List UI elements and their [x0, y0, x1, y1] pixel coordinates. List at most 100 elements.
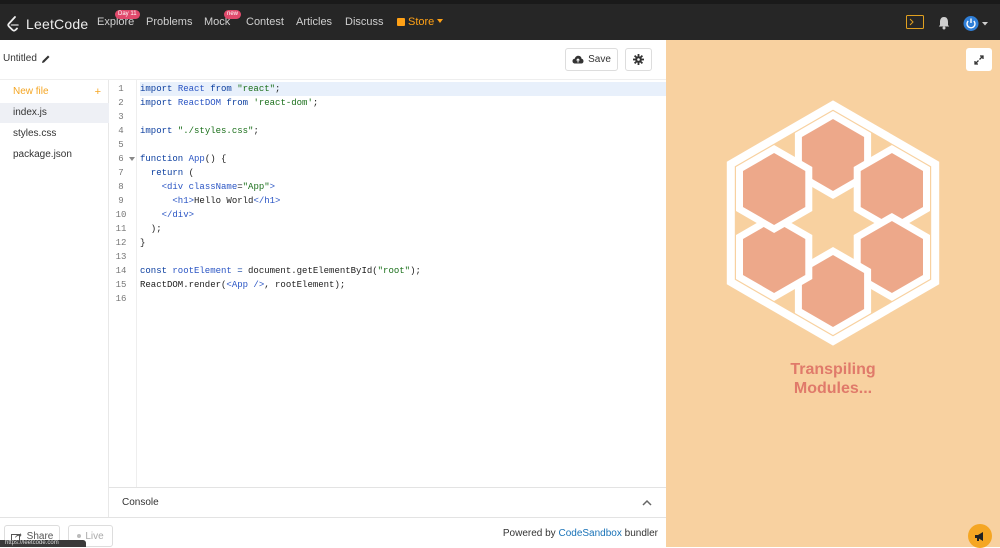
nav-contest[interactable]: Contest: [246, 16, 284, 28]
pencil-icon[interactable]: [41, 54, 51, 64]
codesandbox-link[interactable]: CodeSandbox: [558, 528, 621, 539]
line-number: 3: [118, 112, 124, 122]
save-button[interactable]: Save: [565, 48, 618, 71]
code-token: from: [226, 98, 254, 108]
line-number: 5: [118, 140, 124, 150]
code-token: );: [410, 266, 421, 276]
nav-articles[interactable]: Articles: [296, 16, 332, 28]
leetcode-logo[interactable]: LeetCode: [6, 12, 88, 36]
powered-suffix: bundler: [621, 528, 658, 539]
code-line[interactable]: import ReactDOM from 'react-dom';: [140, 96, 666, 110]
code-token: (: [188, 168, 195, 178]
caret-down-icon: [437, 19, 444, 23]
code-line[interactable]: ReactDOM.render(<App />, rootElement);: [140, 278, 666, 292]
code-token: </h1>: [253, 196, 281, 206]
nav-label: Articles: [296, 16, 333, 28]
transpiling-line-1: Transpiling: [790, 361, 876, 378]
nav-label: Store: [408, 16, 435, 28]
line-number: 10: [115, 210, 127, 220]
code-line[interactable]: import "./styles.css";: [140, 124, 666, 138]
code-line[interactable]: import React from "react";: [140, 82, 666, 96]
code-token: import: [140, 126, 178, 136]
code-token: }: [140, 238, 146, 248]
code-token: React: [177, 84, 211, 94]
line-number-gutter: 1 2 3 4 5 6 7 8 9 10 11 12 13 14 15 16: [109, 80, 137, 487]
code-token: "./styles.css": [177, 126, 254, 136]
new-file-label: New file: [13, 86, 49, 97]
file-name: index.js: [13, 107, 47, 118]
new-file-button[interactable]: New file +: [0, 82, 109, 102]
code-line[interactable]: }: [140, 236, 666, 250]
leetcode-logo-icon: [7, 15, 19, 32]
code-token: >: [269, 182, 276, 192]
code-token: , rootElement);: [264, 280, 346, 290]
nav-mock[interactable]: Mock new: [204, 10, 242, 28]
power-avatar-icon: [963, 16, 988, 31]
fold-arrow-icon[interactable]: [129, 157, 135, 161]
preview-pane: [666, 40, 1000, 547]
nav-explore[interactable]: Explore Day 11: [97, 10, 140, 28]
code-line[interactable]: function App() {: [140, 152, 666, 166]
code-token: function: [140, 154, 189, 164]
nav-store-dropdown[interactable]: Store: [397, 16, 444, 28]
nav-discuss[interactable]: Discuss: [345, 16, 384, 28]
file-item-package-json[interactable]: package.json: [0, 145, 109, 165]
status-bar-url: https://leetcode.com: [0, 540, 86, 547]
code-line[interactable]: [140, 250, 666, 264]
live-dot-icon: [77, 534, 82, 538]
code-line[interactable]: const rootElement = document.getElementB…: [140, 264, 666, 278]
nav-label: Problems: [146, 16, 193, 28]
line-number: 4: [118, 126, 124, 136]
code-line[interactable]: );: [140, 222, 666, 236]
feedback-button[interactable]: [968, 524, 992, 548]
code-line[interactable]: [140, 138, 666, 152]
live-label: Live: [85, 530, 104, 542]
chevron-up-icon[interactable]: [642, 499, 652, 506]
code-line[interactable]: return (: [140, 166, 666, 180]
file-item-styles-css[interactable]: styles.css: [0, 124, 109, 144]
expand-preview-button[interactable]: [966, 48, 992, 71]
sandbox-title[interactable]: Untitled: [3, 53, 51, 64]
code-editor[interactable]: 1 2 3 4 5 6 7 8 9 10 11 12 13 14 15 16 import React fro…: [109, 80, 666, 487]
brand-name: LeetCode: [26, 16, 89, 32]
code-token: return: [140, 168, 189, 178]
code-line[interactable]: <h1>Hello World</h1>: [140, 194, 666, 208]
nav-problems[interactable]: Problems: [146, 16, 192, 28]
console-label: Console: [122, 497, 159, 508]
line-number: 2: [118, 98, 124, 108]
code-token: import: [140, 98, 178, 108]
settings-button[interactable]: [625, 48, 652, 71]
code-token: <div: [161, 182, 189, 192]
console-panel-header[interactable]: Console: [109, 487, 666, 517]
line-number: 1: [118, 84, 124, 94]
file-name: styles.css: [13, 128, 57, 139]
user-menu[interactable]: [963, 15, 989, 37]
code-token: rootElement: [172, 266, 238, 276]
codesandbox-hexagon-loader-icon: [726, 100, 940, 346]
bell-icon[interactable]: [938, 16, 950, 30]
transpiling-status-text: Transpiling Modules...: [666, 360, 1000, 398]
code-line[interactable]: [140, 292, 666, 306]
powered-prefix: Powered by: [502, 528, 559, 539]
code-line[interactable]: [140, 110, 666, 124]
code-token: ReactDOM: [177, 98, 227, 108]
powered-by-text: Powered by CodeSandbox bundler: [503, 528, 658, 539]
nav-label: Contest: [246, 16, 284, 28]
file-item-index-js[interactable]: index.js: [0, 103, 109, 123]
code-token: <h1>: [172, 196, 195, 206]
line-number: 15: [115, 280, 127, 290]
gear-icon: [633, 54, 644, 65]
code-line[interactable]: <div className="App">: [140, 180, 666, 194]
code-token: App: [188, 154, 205, 164]
inner-hexagon: [736, 144, 813, 234]
line-number: 13: [115, 252, 127, 262]
terminal-icon[interactable]: [906, 15, 924, 30]
code-token: () {: [204, 154, 227, 164]
transpiling-line-2: Modules...: [793, 380, 873, 397]
code-token: ;: [312, 98, 319, 108]
code-line[interactable]: </div>: [140, 208, 666, 222]
code-token: ;: [253, 126, 259, 136]
code-token: "App": [242, 182, 270, 192]
